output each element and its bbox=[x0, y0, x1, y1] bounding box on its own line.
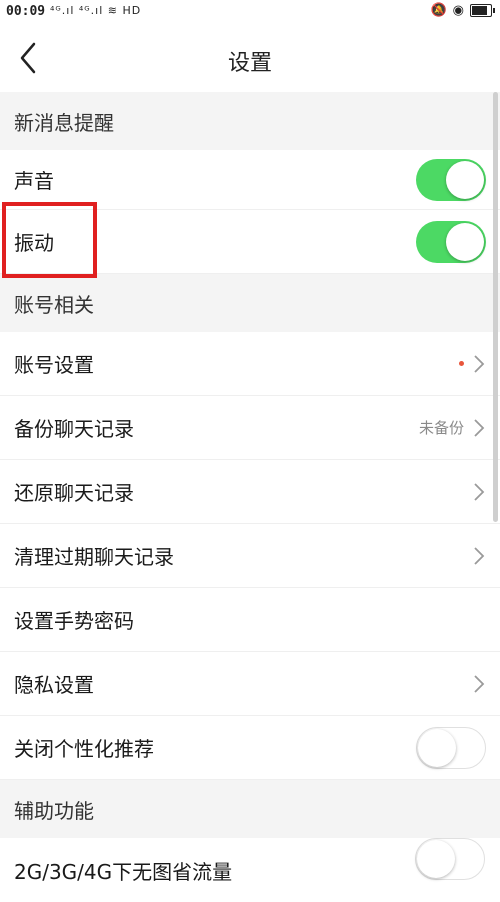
row-backup[interactable]: 备份聊天记录 未备份 bbox=[0, 396, 500, 460]
wifi-icon: ≋ bbox=[107, 4, 118, 17]
toggle-knob bbox=[418, 728, 456, 767]
toggle-knob bbox=[417, 840, 455, 878]
row-label: 隐私设置 bbox=[14, 673, 94, 697]
chevron-right-icon bbox=[474, 354, 485, 373]
toggle-knob bbox=[446, 160, 484, 199]
row-restore[interactable]: 还原聊天记录 bbox=[0, 460, 500, 524]
data-saver-toggle[interactable] bbox=[415, 838, 485, 880]
status-time: 00:09 bbox=[6, 4, 46, 19]
scrollbar[interactable] bbox=[493, 92, 498, 522]
chevron-right-icon bbox=[474, 674, 485, 693]
lock-rotation-icon: ◉ bbox=[452, 3, 464, 18]
nav-bar: 设置 bbox=[0, 26, 500, 93]
backup-status: 未备份 bbox=[418, 419, 464, 437]
personalize-toggle[interactable] bbox=[416, 726, 486, 769]
hd-badge: HD bbox=[122, 4, 142, 17]
signal-strength-icon: ⁴ᴳ.ıl ⁴ᴳ.ıl bbox=[50, 4, 104, 17]
row-gesture[interactable]: 设置手势密码 bbox=[0, 588, 500, 652]
row-personalize[interactable]: 关闭个性化推荐 bbox=[0, 716, 500, 780]
toggle-knob bbox=[446, 222, 484, 261]
row-clean[interactable]: 清理过期聊天记录 bbox=[0, 524, 500, 588]
signal-icons: ⁴ᴳ.ıl ⁴ᴳ.ıl ≋ HD bbox=[50, 4, 141, 17]
page-title: 设置 bbox=[227, 51, 272, 76]
chevron-right-icon bbox=[474, 482, 485, 501]
section-header-notify: 新消息提醒 bbox=[0, 92, 500, 150]
vibrate-toggle[interactable] bbox=[416, 220, 486, 263]
row-label: 账号设置 bbox=[14, 353, 94, 377]
battery-icon bbox=[470, 4, 495, 17]
alarm-mute-icon: 🔕 bbox=[430, 3, 447, 18]
row-label: 备份聊天记录 bbox=[14, 417, 134, 441]
row-label: 设置手势密码 bbox=[14, 609, 134, 633]
status-bar: 00:09 ⁴ᴳ.ıl ⁴ᴳ.ıl ≋ HD 🔕 ◉ bbox=[0, 0, 500, 26]
sound-toggle[interactable] bbox=[416, 158, 486, 201]
new-badge-dot bbox=[459, 361, 464, 366]
row-label: 声音 bbox=[14, 169, 54, 193]
row-account-settings[interactable]: 账号设置 bbox=[0, 332, 500, 396]
section-header-assist: 辅助功能 bbox=[0, 780, 500, 838]
status-right-icons: 🔕 ◉ bbox=[430, 3, 495, 18]
highlight-annotation-box bbox=[2, 202, 97, 278]
chevron-right-icon bbox=[474, 546, 485, 565]
row-label: 还原聊天记录 bbox=[14, 481, 134, 505]
row-label: 关闭个性化推荐 bbox=[14, 737, 154, 761]
chevron-right-icon bbox=[474, 418, 485, 437]
row-privacy[interactable]: 隐私设置 bbox=[0, 652, 500, 716]
section-header-account: 账号相关 bbox=[0, 274, 500, 332]
row-label: 清理过期聊天记录 bbox=[14, 545, 174, 569]
row-sound[interactable]: 声音 bbox=[0, 150, 500, 210]
